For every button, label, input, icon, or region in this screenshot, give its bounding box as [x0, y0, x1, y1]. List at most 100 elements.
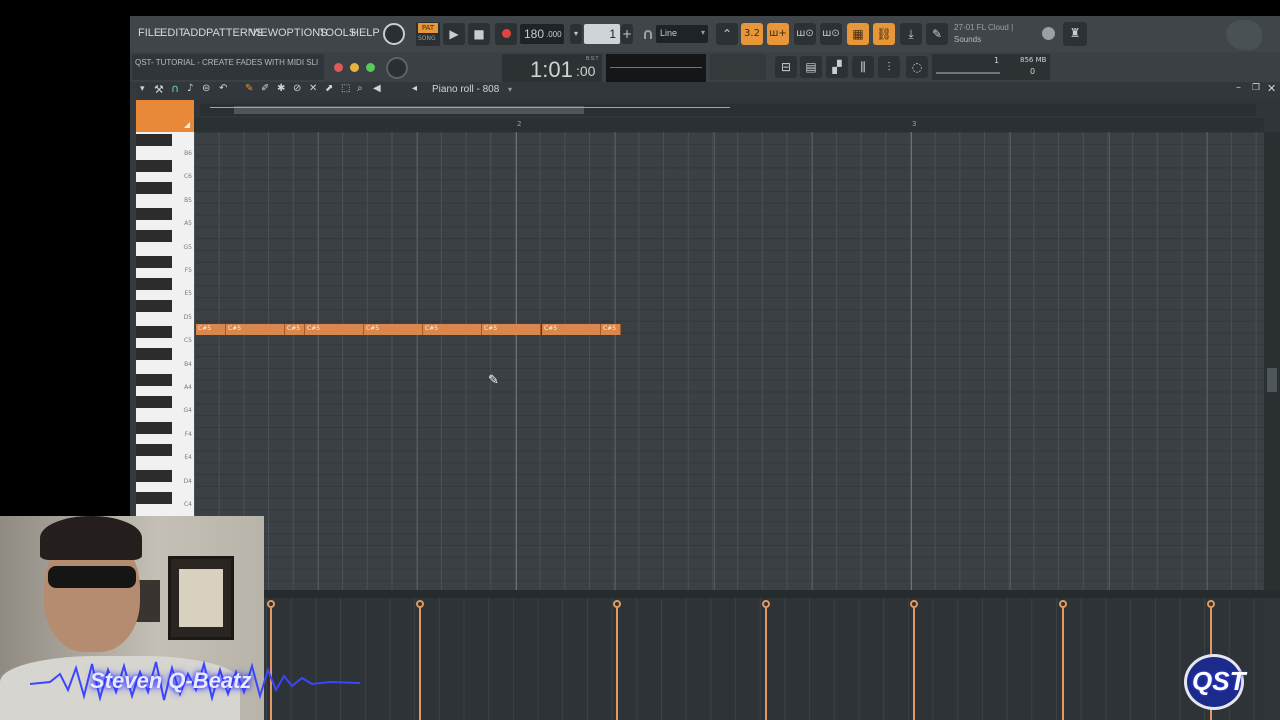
- slice-icon[interactable]: ✕: [309, 83, 317, 94]
- menu-file[interactable]: FILE: [138, 27, 161, 39]
- piano-roll-title[interactable]: Piano roll - 808: [432, 84, 499, 95]
- velocity-stem[interactable]: [910, 600, 918, 720]
- chat-icon[interactable]: ◌: [906, 56, 928, 78]
- vscroll-thumb[interactable]: [1267, 368, 1277, 392]
- black-key[interactable]: [136, 182, 172, 194]
- black-key[interactable]: [136, 256, 172, 268]
- velocity-stem[interactable]: [613, 600, 621, 720]
- midi-note[interactable]: C#5: [482, 324, 541, 335]
- link-icon[interactable]: ⛓: [873, 23, 895, 45]
- maximize-dot-icon[interactable]: [366, 63, 375, 72]
- midi-note[interactable]: C#5: [364, 324, 423, 335]
- menu-help[interactable]: HELP: [351, 27, 380, 39]
- record-icon[interactable]: [495, 23, 517, 45]
- tempo-display[interactable]: 180 .000: [520, 24, 564, 44]
- vertical-scrollbar[interactable]: [1264, 132, 1280, 590]
- menu-add[interactable]: ADD: [183, 27, 206, 39]
- note-grid[interactable]: C#5 C#5 C#5 C#5 C#5 C#5 C#5 C#5 C#5 ✎: [194, 132, 1264, 590]
- browser-icon[interactable]: ⫶: [878, 56, 900, 78]
- time-display[interactable]: 1:01 :00 B:S:T: [502, 54, 602, 82]
- playback-icon[interactable]: ◀: [373, 83, 381, 94]
- velocity-editor[interactable]: [266, 598, 1264, 720]
- midi-note[interactable]: C#5: [423, 324, 482, 335]
- close-dot-icon[interactable]: [334, 63, 343, 72]
- note-icon[interactable]: ♪: [187, 83, 193, 94]
- pattern-dropdown-icon[interactable]: ▾: [570, 24, 582, 44]
- midi-note[interactable]: C#5: [601, 324, 621, 335]
- corner-tab[interactable]: [136, 100, 194, 132]
- horizontal-scrollbar[interactable]: [200, 104, 1256, 116]
- restore-icon[interactable]: ❐: [1252, 83, 1260, 93]
- globe-icon[interactable]: [1042, 27, 1055, 40]
- velocity-handle[interactable]: [267, 600, 275, 608]
- metronome-icon[interactable]: ⌃: [716, 23, 738, 45]
- master-pitch-knob[interactable]: [386, 57, 408, 79]
- paint-icon[interactable]: ✐: [261, 83, 269, 94]
- add-pattern-icon[interactable]: +: [621, 24, 633, 44]
- piano-roll-icon[interactable]: ▞: [826, 56, 848, 78]
- playlist-icon[interactable]: ⊟: [775, 56, 797, 78]
- black-key[interactable]: [136, 208, 172, 220]
- blend-notes-icon[interactable]: ш⊙: [794, 23, 816, 45]
- midi-note[interactable]: C#5: [196, 324, 226, 335]
- piano-keyboard[interactable]: B6 C6 B5 A5 G5 F5 E5 D5 C5 B4 A4 G4 F4 E4 D4 C4: [136, 132, 194, 516]
- close-icon[interactable]: ✕: [1267, 82, 1276, 95]
- black-key[interactable]: [136, 326, 172, 338]
- play-icon[interactable]: ▶: [443, 23, 465, 45]
- stop-icon[interactable]: ■: [468, 23, 490, 45]
- velocity-handle[interactable]: [613, 600, 621, 608]
- typing-keyboard-icon[interactable]: ▦: [847, 23, 869, 45]
- menu-arrow-icon[interactable]: ▾: [140, 84, 145, 94]
- select-icon[interactable]: ⬈: [325, 83, 333, 94]
- channel-rack-icon[interactable]: ▤: [800, 56, 822, 78]
- download-icon[interactable]: ⤓: [900, 23, 922, 45]
- select-box-icon[interactable]: ⬚: [341, 83, 350, 94]
- black-key[interactable]: [136, 278, 172, 290]
- wrench-icon[interactable]: ⚒: [154, 83, 164, 96]
- velocity-stem[interactable]: [416, 600, 424, 720]
- pat-song-toggle[interactable]: PAT SONG: [416, 22, 440, 46]
- undo-icon[interactable]: ↶: [219, 83, 227, 94]
- velocity-handle[interactable]: [416, 600, 424, 608]
- velocity-handle[interactable]: [1207, 600, 1215, 608]
- black-key[interactable]: [136, 396, 172, 408]
- pencil-icon[interactable]: ✎: [245, 83, 253, 94]
- event-editor-divider[interactable]: [136, 590, 1280, 598]
- magnet-icon[interactable]: ∩: [171, 82, 179, 95]
- black-key[interactable]: [136, 160, 172, 172]
- step-edit-icon[interactable]: ш+: [767, 23, 789, 45]
- black-key[interactable]: [136, 348, 172, 360]
- snap-select[interactable]: Line ▾: [656, 25, 708, 43]
- velocity-handle[interactable]: [910, 600, 918, 608]
- black-key[interactable]: [136, 374, 172, 386]
- minimize-dot-icon[interactable]: [350, 63, 359, 72]
- title-dropdown-icon[interactable]: ▾: [508, 85, 512, 94]
- countdown-icon[interactable]: 3.2: [741, 23, 763, 45]
- timeline-ruler[interactable]: 2 3: [194, 118, 1264, 132]
- delete-icon[interactable]: ✱: [277, 83, 285, 94]
- black-key[interactable]: [136, 230, 172, 242]
- zoom-icon[interactable]: ⌕: [357, 83, 363, 94]
- menu-view[interactable]: VIEW: [250, 27, 278, 39]
- speaker-icon[interactable]: ◂: [412, 83, 417, 94]
- black-key[interactable]: [136, 300, 172, 312]
- black-key[interactable]: [136, 492, 172, 504]
- mixer-icon[interactable]: ⫼: [852, 56, 874, 78]
- midi-note[interactable]: C#5: [285, 324, 305, 335]
- plugin-icon[interactable]: ♜: [1063, 22, 1087, 46]
- black-key[interactable]: [136, 470, 172, 482]
- mute-icon[interactable]: ⊘: [293, 83, 301, 94]
- pattern-selector[interactable]: 1: [584, 24, 620, 44]
- master-volume-knob[interactable]: [383, 23, 405, 45]
- velocity-handle[interactable]: [1059, 600, 1067, 608]
- pen-icon[interactable]: ✎: [926, 23, 948, 45]
- midi-note[interactable]: C#5: [542, 324, 601, 335]
- black-key[interactable]: [136, 444, 172, 456]
- loop-record-icon[interactable]: ш⊙: [820, 23, 842, 45]
- black-key[interactable]: [136, 134, 172, 146]
- minimize-icon[interactable]: –: [1236, 82, 1241, 93]
- velocity-handle[interactable]: [762, 600, 770, 608]
- black-key[interactable]: [136, 422, 172, 434]
- velocity-stem[interactable]: [762, 600, 770, 720]
- midi-note[interactable]: C#5: [226, 324, 285, 335]
